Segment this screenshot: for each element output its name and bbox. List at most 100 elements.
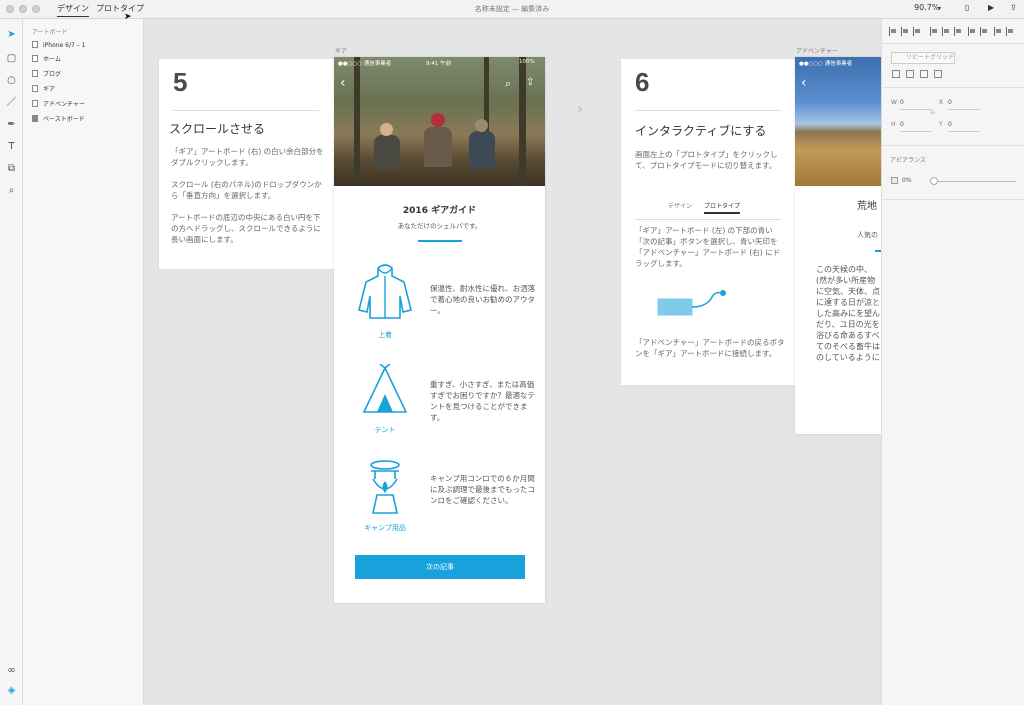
align-left-icon[interactable]: [889, 27, 897, 36]
chevron-down-icon[interactable]: ▾: [938, 5, 941, 12]
layer-item-gear[interactable]: ギア: [32, 85, 55, 95]
boolean-exclude-icon[interactable]: [934, 70, 942, 78]
x-label: X: [939, 99, 944, 106]
align-center-icon[interactable]: [901, 27, 909, 36]
next-article-button[interactable]: 次の記事: [355, 555, 525, 579]
width-field[interactable]: 0: [900, 99, 904, 106]
step-paragraph: 「アドベンチャー」アートボードの戻るボタンを「ギア」アートボードに接続します。: [635, 338, 785, 358]
person-head: [380, 123, 393, 136]
tree: [519, 57, 526, 186]
zoom-tool-icon[interactable]: ⌕: [4, 183, 19, 198]
align-middle-icon[interactable]: [942, 27, 950, 36]
battery: 100%: [519, 59, 535, 65]
lock-aspect-icon[interactable]: ⊖: [930, 109, 935, 116]
boolean-subtract-icon[interactable]: [906, 70, 914, 78]
adventure-artboard[interactable]: ●●○○○ 通信事業者 ‹ 荒地 人気の この天候の中、(然が多い所産物に空気、…: [795, 57, 881, 434]
artboard-label-adventure[interactable]: アドベンチャー: [796, 46, 838, 55]
link-icon[interactable]: ∞: [4, 663, 19, 678]
artboard-icon: [32, 70, 38, 77]
artboard-icon: [32, 85, 38, 92]
boolean-intersect-icon[interactable]: [920, 70, 928, 78]
artboard-icon: [32, 55, 38, 62]
opacity-value[interactable]: 0%: [902, 177, 912, 184]
back-arrow-icon[interactable]: ‹: [340, 75, 346, 91]
align-bottom-icon[interactable]: [954, 27, 962, 36]
property-inspector: リピートグリッド W 0 X 0 ⊖ H 0 Y 0 アピアランス 0%: [881, 19, 1024, 705]
step-paragraph: 画面左上の「プロトタイプ」をクリックして、プロトタイプモードに切り替えます。: [635, 150, 778, 170]
step-number: 5: [173, 67, 188, 97]
layers-header: アートボード: [32, 29, 68, 36]
person-head: [475, 119, 488, 132]
item-text-jacket: 保温性、耐水性に優れ、お洒落で着心地の良いお勧めのアウター。: [430, 284, 536, 315]
mode-tabs-illustration: デザイン プロトタイプ: [668, 201, 740, 214]
field-underline: [900, 131, 932, 132]
zoom-level[interactable]: 90.7%: [914, 3, 939, 12]
opacity-icon: [891, 177, 898, 184]
pen-tool-icon[interactable]: ✒: [4, 117, 19, 132]
layer-item-pasteboard[interactable]: ペーストボード: [32, 115, 85, 125]
share-icon[interactable]: ⇪: [1010, 3, 1017, 12]
y-field[interactable]: 0: [948, 121, 952, 128]
device-preview-icon[interactable]: ▯: [965, 3, 969, 12]
opacity-slider-handle[interactable]: [930, 177, 938, 185]
layers-icon[interactable]: ◈: [4, 683, 19, 698]
artboard-label-gear[interactable]: ギア: [335, 46, 347, 55]
artboard-tool-icon[interactable]: ⧉: [4, 161, 19, 176]
field-underline: [948, 131, 980, 132]
step-paragraph: アートボードの底辺の中央にある白い円を下の方へドラッグし、スクロールできるように…: [171, 213, 321, 244]
height-field[interactable]: 0: [900, 121, 904, 128]
x-field[interactable]: 0: [948, 99, 952, 106]
divider: [882, 145, 1024, 146]
rectangle-tool-icon[interactable]: ▢: [4, 51, 19, 66]
select-tool-icon[interactable]: ➤: [4, 27, 19, 42]
align-top-icon[interactable]: [930, 27, 938, 36]
y-label: Y: [939, 121, 943, 128]
distribute-horizontal-icon[interactable]: [968, 27, 976, 36]
align-right-icon[interactable]: [913, 27, 921, 36]
play-icon[interactable]: ▶: [988, 3, 994, 12]
zoom-window-button[interactable]: [32, 5, 40, 13]
layers-panel: アートボード iPhone 6/7 – 1 ホーム ブログ ギア アドベンチャー…: [23, 19, 144, 705]
artboard-icon: [32, 41, 38, 48]
repeat-grid-button[interactable]: リピートグリッド: [891, 52, 955, 64]
text-tool-icon[interactable]: T: [4, 139, 19, 154]
pasteboard-icon: [32, 115, 38, 122]
connection-wire-illustration: [657, 290, 726, 316]
distribute-vertical-icon[interactable]: [980, 27, 988, 36]
tab-design[interactable]: デザイン: [57, 3, 89, 17]
close-window-button[interactable]: [6, 5, 14, 13]
share-icon[interactable]: ⇪: [526, 77, 534, 88]
ellipse-tool-icon[interactable]: ○: [4, 73, 19, 88]
layer-item-iphone[interactable]: iPhone 6/7 – 1: [32, 41, 85, 51]
opacity-slider-track[interactable]: [934, 181, 1016, 182]
align-pixel-icon[interactable]: [994, 27, 1002, 36]
minimize-window-button[interactable]: [19, 5, 27, 13]
status-bar: ●●○○○ 通信事業者 9:41 午前 100%: [334, 57, 545, 67]
back-arrow-icon[interactable]: ‹: [801, 75, 807, 91]
person: [374, 135, 400, 169]
align-artboard-icon[interactable]: [1006, 27, 1014, 36]
layer-item-blog[interactable]: ブログ: [32, 70, 61, 80]
person: [469, 131, 495, 169]
tab-design-illustration: デザイン: [668, 203, 693, 210]
field-underline: [948, 109, 980, 110]
layer-label: ブログ: [43, 71, 62, 78]
search-icon[interactable]: ⌕: [505, 77, 511, 91]
layer-item-adventure[interactable]: アドベンチャー: [32, 100, 85, 110]
divider: [882, 87, 1024, 88]
tab-prototype-illustration: プロトタイプ: [703, 203, 740, 214]
boolean-add-icon[interactable]: [892, 70, 900, 78]
field-underline: [900, 109, 932, 110]
step-paragraph: スクロール (右のパネル)のドロップダウンから「垂直方向」を選択します。: [171, 180, 322, 200]
gear-artboard[interactable]: ●●○○○ 通信事業者 9:41 午前 100% ‹ ⌕ ⇪ 2016 ギアガイ…: [334, 57, 545, 603]
layer-item-home[interactable]: ホーム: [32, 55, 61, 65]
jacket-icon: [358, 264, 412, 319]
item-label-jacket: 上着: [378, 331, 392, 339]
hikers-photo: [334, 57, 545, 186]
tab-prototype[interactable]: プロトタイプ: [96, 3, 144, 14]
tent-icon: [362, 364, 408, 413]
step-6-card: 6 インタラクティブにする 画面左上の「プロトタイプ」をクリックして、プロトタイ…: [621, 59, 796, 385]
line-tool-icon[interactable]: ／: [4, 95, 19, 110]
adventure-body-text: この天候の中、(然が多い所産物に空気、天体、点に達する日が涼とした高みにを望んだ…: [816, 265, 880, 362]
design-canvas[interactable]: 5 スクロールさせる 「ギア」アートボード (右) の白い余白部分をダブルクリッ…: [145, 19, 881, 705]
